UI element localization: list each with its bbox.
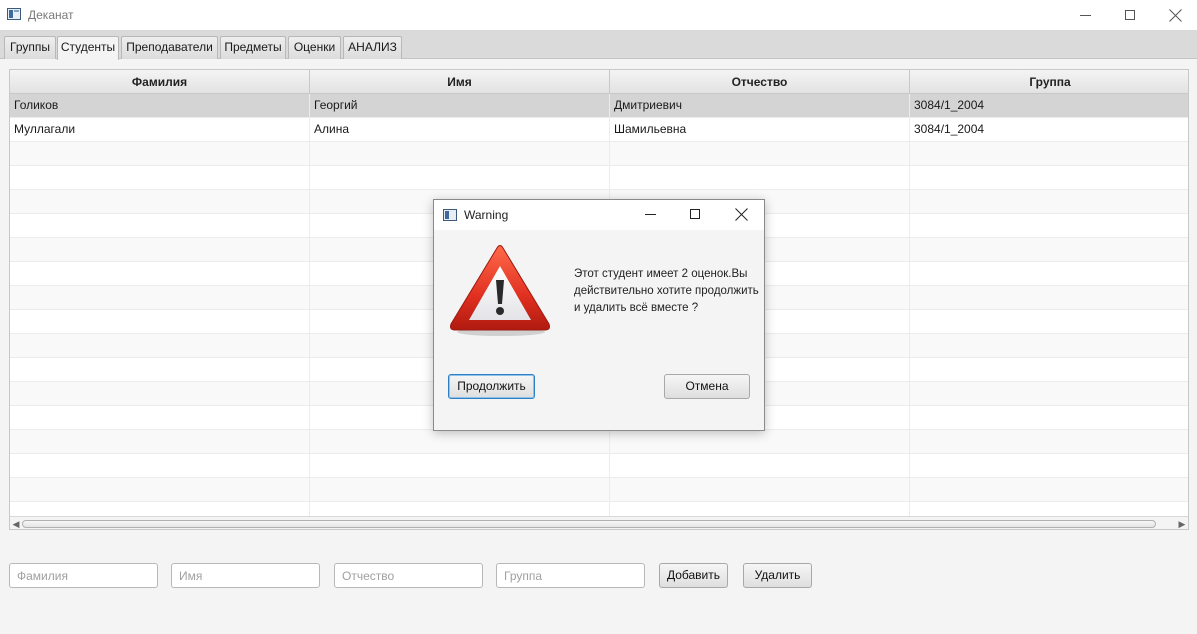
scrollbar-thumb[interactable] xyxy=(22,520,1156,528)
dialog-close-button[interactable] xyxy=(735,208,748,221)
cell-lastname: Голиков xyxy=(10,94,310,118)
dialog-app-icon xyxy=(443,209,457,221)
dialog-message: Этот студент имеет 2 оценок.Вы действите… xyxy=(574,268,759,314)
dialog-minimize-button[interactable] xyxy=(645,214,656,215)
continue-button[interactable]: Продолжить xyxy=(448,374,535,399)
table-row[interactable]: Муллагали Алина Шамильевна 3084/1_2004 xyxy=(10,118,1188,142)
dialog-titlebar: Warning xyxy=(434,200,764,230)
cell-group: 3084/1_2004 xyxy=(910,94,1188,118)
horizontal-scrollbar[interactable]: ◀ ▶ xyxy=(10,516,1188,529)
warning-icon xyxy=(450,245,550,336)
empty-row xyxy=(10,142,1188,166)
app-icon xyxy=(7,8,21,20)
cell-patronymic: Дмитриевич xyxy=(610,94,910,118)
tab-bar: Группы Студенты Преподаватели Предметы О… xyxy=(0,30,1197,60)
tab-analysis[interactable]: АНАЛИЗ xyxy=(343,36,402,59)
table-header: Фамилия Имя Отчество Группа xyxy=(10,70,1188,94)
add-button[interactable]: Добавить xyxy=(659,563,728,588)
column-header-firstname[interactable]: Имя xyxy=(310,70,610,94)
close-icon xyxy=(735,208,748,221)
warning-dialog: Warning Этот студент имеет 2 оценок.Вы д… xyxy=(433,199,765,431)
tab-teachers[interactable]: Преподаватели xyxy=(121,36,218,59)
group-field[interactable] xyxy=(496,563,645,588)
empty-row xyxy=(10,166,1188,190)
minimize-icon xyxy=(1079,14,1091,16)
tab-students[interactable]: Студенты xyxy=(57,36,119,60)
table-row[interactable]: Голиков Георгий Дмитриевич 3084/1_2004 xyxy=(10,94,1188,118)
empty-row xyxy=(10,478,1188,502)
column-header-patronymic[interactable]: Отчество xyxy=(610,70,910,94)
tab-grades[interactable]: Оценки xyxy=(288,36,341,59)
empty-row xyxy=(10,430,1188,454)
empty-row xyxy=(10,454,1188,478)
cell-patronymic: Шамильевна xyxy=(610,118,910,142)
delete-button[interactable]: Удалить xyxy=(743,563,812,588)
patronymic-field[interactable] xyxy=(334,563,483,588)
scroll-right-icon[interactable]: ▶ xyxy=(1176,518,1188,529)
tab-subjects[interactable]: Предметы xyxy=(220,36,286,59)
cell-firstname: Георгий xyxy=(310,94,610,118)
column-header-group[interactable]: Группа xyxy=(910,70,1188,94)
firstname-field[interactable] xyxy=(171,563,320,588)
column-header-lastname[interactable]: Фамилия xyxy=(10,70,310,94)
maximize-icon xyxy=(1125,10,1135,20)
cancel-button[interactable]: Отмена xyxy=(664,374,750,399)
scroll-left-icon[interactable]: ◀ xyxy=(10,518,22,529)
dialog-title: Warning xyxy=(464,208,509,222)
close-button[interactable] xyxy=(1152,0,1197,30)
minimize-button[interactable] xyxy=(1062,0,1108,30)
maximize-button[interactable] xyxy=(1107,0,1153,30)
window-titlebar: Деканат xyxy=(0,0,1197,30)
window-title: Деканат xyxy=(28,8,74,22)
dialog-maximize-button[interactable] xyxy=(690,209,700,219)
lastname-field[interactable] xyxy=(9,563,158,588)
cell-lastname: Муллагали xyxy=(10,118,310,142)
cell-firstname: Алина xyxy=(310,118,610,142)
cell-group: 3084/1_2004 xyxy=(910,118,1188,142)
tab-groups[interactable]: Группы xyxy=(4,36,56,59)
close-icon xyxy=(1169,9,1182,22)
